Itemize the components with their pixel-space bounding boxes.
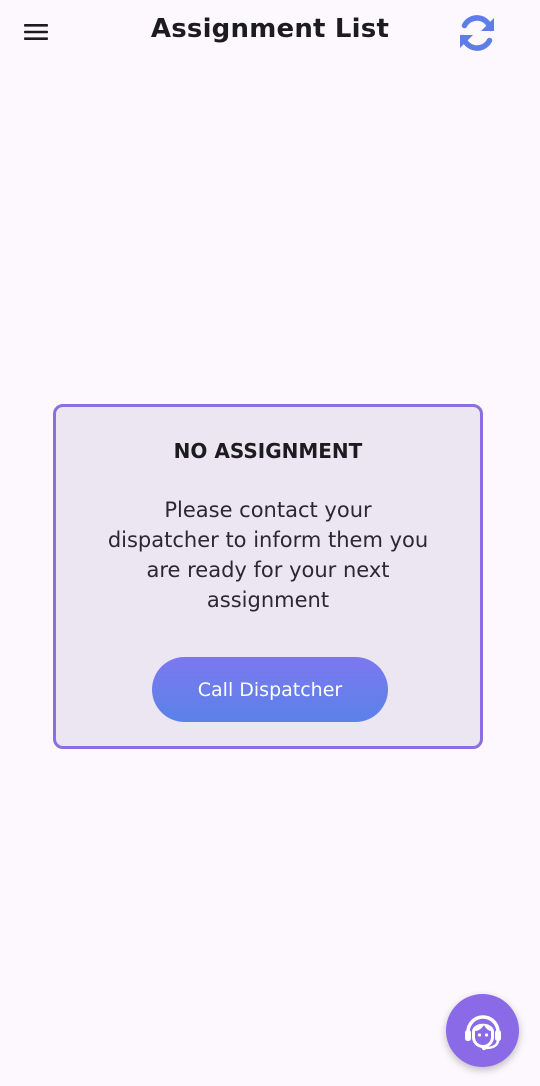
card-title: NO ASSIGNMENT xyxy=(173,439,363,463)
support-fab[interactable] xyxy=(446,994,519,1067)
card-message: Please contact your dispatcher to inform… xyxy=(107,498,429,612)
refresh-icon xyxy=(460,15,494,51)
call-dispatcher-button[interactable]: Call Dispatcher xyxy=(152,657,388,722)
app-bar: Assignment List xyxy=(0,0,540,66)
no-assignment-card: NO ASSIGNMENT Please contact your dispat… xyxy=(53,404,483,749)
support-agent-icon xyxy=(464,1014,501,1050)
refresh-button[interactable] xyxy=(452,8,502,58)
